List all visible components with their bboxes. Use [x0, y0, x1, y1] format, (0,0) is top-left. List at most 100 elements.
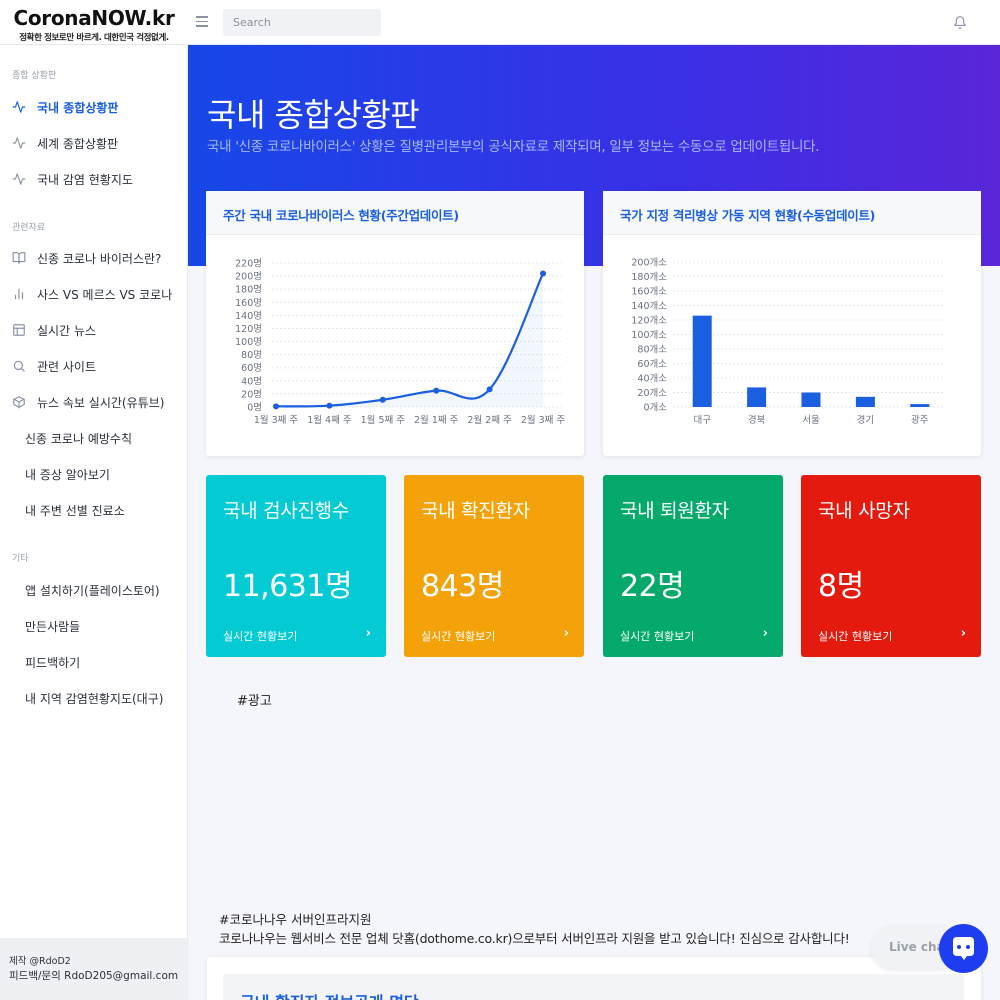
data-point	[540, 270, 546, 277]
page-title: 국내 종합상황판	[207, 96, 420, 134]
chevron-right-icon[interactable]: ›	[763, 626, 768, 641]
x-tick-label: 2월 1째 주	[414, 414, 459, 426]
brand[interactable]: CoronaNOW.kr 정확한 정보로만 바르게. 대한민국 걱정없게.	[0, 0, 188, 45]
sidebar-item-what-is-corona[interactable]: 신종 코로나 바이러스란?	[0, 243, 187, 273]
sidebar-item-feedback[interactable]: 피드백하기	[0, 647, 187, 677]
y-tick-label: 80개소	[637, 345, 667, 356]
sidebar-item-screening-clinics[interactable]: 내 주변 선별 진료소	[0, 495, 187, 525]
search-input[interactable]	[223, 9, 381, 36]
y-tick-label: 0개소	[643, 403, 667, 414]
y-tick-label: 200명	[235, 272, 262, 283]
confirmed-list-card: 국내 확진자 정보공개 명단	[207, 957, 981, 1000]
sponsor-text: 코로나나우는 웹서비스 전문 업체 닷홈(dothome.co.kr)으로부터 …	[219, 931, 850, 946]
stat-link[interactable]: 실시간 현황보기	[421, 628, 495, 644]
bar-chart-icon	[14, 288, 24, 300]
series-area	[276, 273, 543, 407]
stat-card-confirmed: 국내 확진환자 843명 실시간 현황보기 ›	[404, 475, 584, 657]
sidebar-item-related-sites[interactable]: 관련 사이트	[0, 351, 187, 381]
stat-value: 843명	[421, 569, 504, 604]
isolation-beds-bar-chart: 0개소 20개소 40개소 60개소 80개소 100개소 120개소 140개소 160개소 1…	[631, 258, 945, 426]
sidebar-item-label: 앱 설치하기(플레이스토어)	[25, 583, 160, 598]
sidebar-item-domestic-dashboard[interactable]: 국내 종합상황판	[0, 92, 187, 122]
x-tick-label: 광주	[911, 414, 929, 426]
y-tick-label: 200개소	[631, 258, 667, 269]
y-tick-label: 120개소	[631, 316, 667, 327]
sidebar-item-makers[interactable]: 만든사람들	[0, 611, 187, 641]
y-tick-label: 20명	[241, 389, 262, 400]
footer-contact[interactable]: 피드백/문의 RdoD205@gmail.com	[9, 969, 187, 984]
isolation-beds-chart-card: 국가 지정 격리병상 가동 지역 현황(수동업데이트) 0개소 20개소 40개소 6…	[603, 191, 981, 456]
bell-icon[interactable]	[953, 15, 967, 30]
x-tick-label: 경기	[857, 414, 874, 426]
y-tick-label: 120명	[235, 324, 262, 335]
y-tick-label: 100개소	[631, 330, 667, 341]
chevron-right-icon[interactable]: ›	[961, 626, 966, 641]
sidebar-item-label: 국내 감염 현황지도	[37, 172, 133, 187]
page-subtitle: 국내 '신종 코로나바이러스' 상황은 질병관리본부의 공식자료로 제작되며, …	[207, 139, 820, 155]
stat-title: 국내 사망자	[818, 500, 910, 522]
weekly-chart-title: 주간 국내 코로나바이러스 현황(주간업데이트)	[206, 191, 584, 235]
y-tick-label: 140개소	[631, 301, 667, 312]
stat-value: 11,631명	[223, 569, 353, 604]
sidebar-item-label: 신종 코로나 예방수칙	[25, 431, 132, 446]
sidebar-item-infection-map[interactable]: 국내 감염 현황지도	[0, 164, 187, 194]
sidebar-item-label: 만든사람들	[25, 619, 81, 634]
stat-link[interactable]: 실시간 현황보기	[818, 628, 892, 644]
live-chat-button[interactable]	[939, 924, 988, 973]
sidebar-item-label: 뉴스 속보 실시간(유튜브)	[37, 395, 165, 410]
activity-icon	[12, 101, 26, 113]
x-tick-label: 경북	[748, 414, 766, 426]
sidebar-item-daegu-map[interactable]: 내 지역 감염현황지도(대구)	[0, 683, 187, 713]
sidebar-item-live-news[interactable]: 실시간 뉴스	[0, 315, 187, 345]
x-tick-label: 서울	[802, 415, 820, 426]
activity-icon	[12, 173, 26, 185]
ad-label: #광고	[237, 694, 272, 709]
sidebar-item-label: 내 주변 선별 진료소	[25, 503, 125, 518]
menu-icon[interactable]	[196, 16, 208, 28]
sidebar-section-etc: 기타	[12, 554, 29, 564]
bar	[855, 396, 875, 407]
x-tick-label: 1월 5째 주	[361, 414, 406, 426]
bar	[801, 392, 821, 407]
y-tick-label: 180개소	[631, 272, 667, 283]
sidebar-item-label: 신종 코로나 바이러스란?	[37, 251, 162, 266]
chevron-right-icon[interactable]: ›	[564, 626, 569, 641]
isolation-beds-chart-title: 국가 지정 격리병상 가동 지역 현황(수동업데이트)	[603, 191, 981, 235]
sidebar-item-install-app[interactable]: 앱 설치하기(플레이스토어)	[0, 575, 187, 605]
sidebar-item-sars-mers-corona[interactable]: 사스 VS 메르스 VS 코로나	[0, 279, 187, 309]
sidebar-item-label: 국내 종합상황판	[37, 100, 119, 115]
sidebar-item-label: 관련 사이트	[37, 359, 97, 374]
x-tick-label: 2월 2째 주	[467, 414, 512, 426]
x-tick-label: 대구	[693, 415, 711, 426]
y-tick-label: 60명	[241, 363, 262, 374]
data-point	[486, 386, 493, 393]
stat-link[interactable]: 실시간 현황보기	[223, 628, 297, 644]
stat-link[interactable]: 실시간 현황보기	[620, 628, 694, 644]
confirmed-list-header: 국내 확진자 정보공개 명단	[223, 974, 964, 1000]
data-point	[379, 396, 386, 403]
y-tick-label: 160개소	[631, 287, 667, 298]
sidebar: 종합 상황판 국내 종합상황판 세계 종합상황판 국내 감염 현황지도 관련자료…	[0, 45, 188, 1000]
sidebar-item-label: 사스 VS 메르스 VS 코로나	[37, 287, 173, 302]
brand-title[interactable]: CoronaNOW.kr	[0, 6, 188, 30]
y-tick-label: 100명	[235, 337, 262, 348]
stat-title: 국내 퇴원환자	[620, 500, 729, 522]
data-point	[433, 387, 440, 394]
chevron-right-icon[interactable]: ›	[366, 626, 371, 641]
sponsor-heading: #코로나나우 서버인프라지원	[219, 912, 372, 927]
sidebar-item-symptom-check[interactable]: 내 증상 알아보기	[0, 459, 187, 489]
sidebar-item-prevention[interactable]: 신종 코로나 예방수칙	[0, 423, 187, 453]
sidebar-item-youtube-news[interactable]: 뉴스 속보 실시간(유튜브)	[0, 387, 187, 417]
x-tick-label: 2월 3째 주	[521, 414, 566, 426]
stat-card-deaths: 국내 사망자 8명 실시간 현황보기 ›	[801, 475, 981, 657]
y-tick-label: 40명	[241, 376, 262, 387]
y-tick-label: 180명	[235, 285, 262, 296]
sidebar-section-overview: 종합 상황판	[12, 71, 57, 81]
sidebar-item-world-dashboard[interactable]: 세계 종합상황판	[0, 128, 187, 158]
book-icon	[12, 252, 26, 264]
activity-icon	[12, 137, 26, 149]
y-tick-label: 40개소	[637, 374, 667, 385]
data-point	[273, 403, 279, 410]
y-tick-label: 0명	[247, 403, 262, 414]
x-tick-label: 1월 4째 주	[307, 414, 352, 426]
